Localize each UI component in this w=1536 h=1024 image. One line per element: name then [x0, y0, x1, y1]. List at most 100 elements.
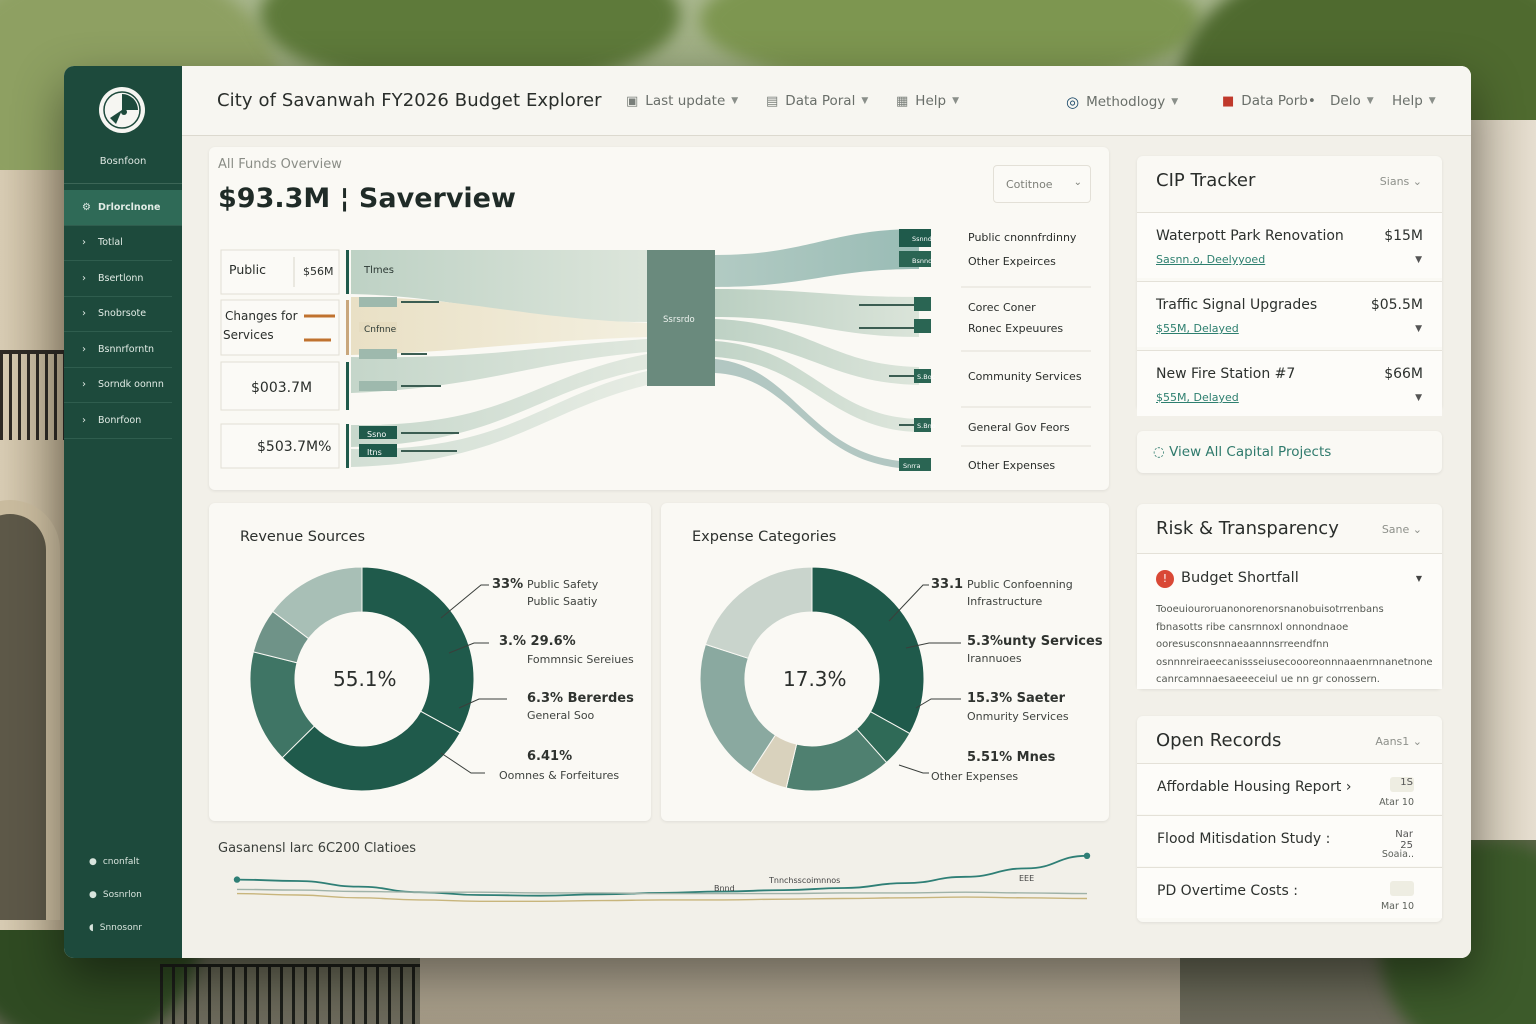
donut-label-text: Public Confoenning [967, 578, 1073, 591]
menu-methodology[interactable]: ◎ Methodlogy ▼ [1066, 93, 1178, 111]
chevron-down-icon[interactable]: ▼ [1416, 574, 1422, 583]
alert-icon: ! [1156, 570, 1174, 588]
target-tag: S.Bno [917, 422, 936, 430]
menu-help-right[interactable]: Help ▼ [1392, 93, 1436, 109]
view-all-projects-link[interactable]: ◌ View All Capital Projects [1153, 444, 1331, 460]
donut-label-pct: 3.% 29.6% [499, 634, 576, 649]
record-name: Flood Mitisdation Study : [1157, 831, 1331, 847]
donut-label-pct: 33% [492, 577, 524, 592]
cip-item-name: Traffic Signal Upgrades [1156, 297, 1318, 313]
leader-line [440, 752, 485, 774]
trend-chart-card: Gasanensl larc 6C200 Clatioes Bnnd Tnnchs… [209, 833, 1109, 938]
source-label: Public [229, 262, 266, 277]
donut-label-pct: 15.3% Saeter [967, 691, 1066, 706]
sort-label: Aans1 [1375, 735, 1413, 748]
risk-item-title: Budget Shortfall [1181, 570, 1299, 586]
top-bar: City of Savanwah FY2026 Budget Explorer … [182, 66, 1471, 136]
sidebar-item-label: Drlorclnone [98, 201, 161, 213]
sidebar-item-total[interactable]: › Totlal [64, 226, 172, 261]
trend-series-line [236, 888, 1088, 895]
sidebar-item-label: Bonrfoon [98, 414, 142, 426]
source-bar [346, 362, 349, 410]
leader-line [915, 698, 961, 709]
menu-help[interactable]: ▦ Help ▼ [896, 93, 959, 109]
record-badge: Nar 25 [1395, 829, 1413, 851]
menu-data-portal-right[interactable]: ■ Data Porb• [1222, 93, 1316, 109]
cip-item[interactable]: Waterpott Park Renovation $15M Sasnn.o, … [1137, 212, 1442, 278]
menu-label: Data Poral [785, 93, 856, 109]
menu-last-update[interactable]: ▣ Last update ▼ [626, 93, 738, 109]
sidebar-item-dashboard[interactable]: ⚙ Drlorclnone [64, 190, 182, 226]
sankey-sources [220, 249, 349, 469]
chevron-down-icon[interactable]: ▼ [1415, 324, 1422, 334]
cip-item[interactable]: Traffic Signal Upgrades $05.5M $55M, Del… [1137, 281, 1442, 347]
record-item[interactable]: PD Overtime Costs : Mar 10 [1137, 867, 1442, 918]
sidebar-nav: ⚙ Drlorclnone › Totlal › Bsertlonn › Sno… [64, 190, 182, 439]
source-label-line: Changes for [225, 309, 298, 323]
record-item[interactable]: Affordable Housing Report › 1S Atar 10 [1137, 763, 1442, 814]
record-date: Soaia.. [1381, 849, 1414, 860]
donut-label-text: Fommnsic Sereiues [527, 653, 634, 666]
menu-data-portal[interactable]: ▤ Data Poral ▼ [766, 93, 868, 109]
sort-select[interactable]: Aans1 ⌄ [1375, 735, 1422, 748]
user-icon: ● [89, 889, 97, 900]
donut-label-pct: 5.51% Mnes [967, 750, 1056, 765]
target-label: Public cnonnfrdinny [968, 231, 1077, 244]
sidebar-footer-logout[interactable]: ◖ Snnosonr [64, 911, 182, 944]
sidebar-item-6[interactable]: › Sorndk oonnn [64, 368, 172, 403]
band-label: Tlmes [363, 265, 394, 276]
source-value: $56M [303, 265, 334, 278]
target-label: Corec Coner [968, 301, 1036, 314]
cip-item-status[interactable]: $55M, Delayed [1156, 391, 1239, 404]
menu-label: Last update [645, 93, 726, 109]
chevron-down-icon: ⌄ [1412, 175, 1422, 188]
leader-line [898, 764, 929, 774]
menu-delo[interactable]: Delo ▼ [1330, 93, 1374, 109]
city-seal-icon[interactable] [99, 87, 145, 133]
view-all-projects-row: ◌ View All Capital Projects [1137, 431, 1442, 473]
risk-item[interactable]: ! Budget Shortfall ▼ Tooeuiouroruanonore… [1137, 553, 1442, 689]
sort-select[interactable]: Sians ⌄ [1380, 175, 1422, 188]
sidebar-brand: Bosnfoon [99, 156, 147, 167]
cip-item-name: Waterpott Park Renovation [1156, 228, 1344, 244]
record-item[interactable]: Flood Mitisdation Study : Nar 25 Soaia.. [1137, 815, 1442, 866]
sidebar-footer-settings[interactable]: ● cnonfalt [64, 845, 182, 878]
main-content: City of Savanwah FY2026 Budget Explorer … [182, 66, 1471, 958]
flow-band [715, 229, 919, 287]
sidebar-footer: ● cnonfalt ● Sosnrlon ◖ Snnosonr [64, 845, 182, 944]
sidebar-item-3[interactable]: › Bsertlonn [64, 261, 172, 297]
chevron-down-icon: ▼ [952, 96, 959, 106]
expense-donut-chart [699, 566, 961, 792]
donut-label-text: Public Safety [527, 578, 599, 591]
sidebar-item-5[interactable]: › Bsnnrforntn [64, 332, 172, 368]
dashboard-icon: ⚙ [82, 201, 91, 213]
target-tag: Snrra [903, 462, 920, 470]
help-icon: ▦ [896, 93, 909, 109]
sidebar-item-7[interactable]: › Bonrfoon [64, 403, 172, 439]
sidebar-item-4[interactable]: › Snobrsote [64, 297, 172, 332]
link-label: View All Capital Projects [1169, 444, 1332, 460]
trend-annotation: Bnnd [714, 884, 735, 893]
cip-item[interactable]: New Fire Station #7 $66M $55M, Delayed ▼ [1137, 350, 1442, 416]
sidebar: Bosnfoon ⚙ Drlorclnone › Totlal › Bsertl… [64, 66, 182, 958]
trend-point[interactable] [233, 876, 241, 883]
cip-item-status[interactable]: Sasnn.o, Deelyyoed [1156, 253, 1265, 266]
band-label: Cnfnne [364, 325, 397, 335]
chevron-down-icon[interactable]: ▼ [1415, 393, 1422, 403]
chevron-right-icon: › [82, 414, 86, 426]
chevron-down-icon: ▼ [1171, 97, 1179, 107]
card-title: CIP Tracker [1156, 170, 1256, 191]
source-bar [346, 424, 349, 468]
sort-select[interactable]: Sane ⌄ [1382, 523, 1422, 536]
chevron-down-icon[interactable]: ▼ [1415, 255, 1422, 265]
sidebar-footer-user[interactable]: ● Sosnrlon [64, 878, 182, 911]
sidebar-item-label: Totlal [98, 237, 123, 249]
cip-item-amount: $66M [1384, 366, 1423, 382]
trend-point[interactable] [1083, 852, 1091, 859]
cip-item-status[interactable]: $55M, Delayed [1156, 322, 1239, 335]
donut-label-text: Irannuoes [967, 652, 1022, 665]
page-title: City of Savanwah FY2026 Budget Explorer [217, 90, 602, 111]
menu-label: Delo [1330, 93, 1361, 109]
target-chip [914, 297, 931, 311]
sankey-diagram: Public $56M Changes for Services $003.7M… [220, 229, 1091, 472]
